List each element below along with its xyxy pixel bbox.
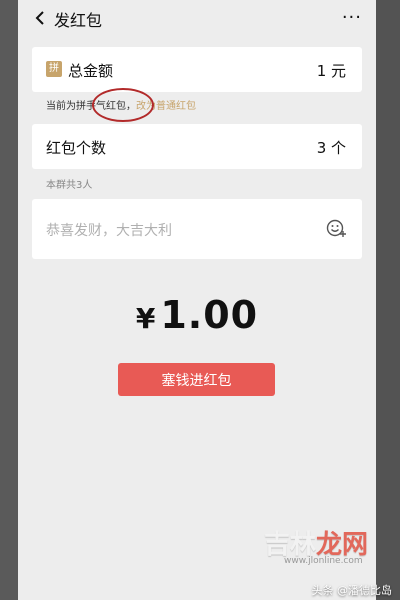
more-options-icon[interactable]: ··· <box>342 7 362 28</box>
packet-count-label: 红包个数 <box>46 139 107 157</box>
annotation-circle <box>92 88 154 122</box>
total-amount-row[interactable]: 拼 总金额 1 元 <box>32 47 362 92</box>
total-amount-label: 总金额 <box>68 62 114 80</box>
emoji-add-icon[interactable] <box>326 217 348 239</box>
background-left <box>0 0 18 600</box>
watermark-url: www.jlonline.com <box>284 556 363 566</box>
packet-count-value[interactable]: 3 个 <box>317 137 346 158</box>
back-chevron-icon[interactable] <box>30 8 50 28</box>
send-red-packet-button[interactable]: 塞钱进红包 <box>118 363 275 396</box>
greeting-input[interactable]: 恭喜发财，大吉大利 <box>46 220 172 240</box>
top-navigation-bar: 发红包 ··· <box>18 0 376 36</box>
lucky-packet-badge-icon: 拼 <box>46 61 62 77</box>
background-right <box>376 0 400 600</box>
greeting-input-card[interactable]: 恭喜发财，大吉大利 <box>32 199 362 259</box>
author-credit: 头条 @潘德比岛 <box>311 584 393 597</box>
currency-symbol: ¥ <box>135 302 157 335</box>
page-title: 发红包 <box>54 11 103 30</box>
amount-number: 1.00 <box>160 293 259 337</box>
hint-prefix: 当前为 <box>46 101 76 112</box>
packet-count-row[interactable]: 红包个数 3 个 <box>32 124 362 169</box>
phone-screen: 发红包 ··· 拼 总金额 1 元 当前为拼手气红包，改为普通红包 红包个数 3… <box>18 0 376 600</box>
total-amount-display: ¥1.00 <box>18 293 376 337</box>
group-member-note: 本群共3人 <box>46 180 93 191</box>
total-amount-value[interactable]: 1 元 <box>317 60 346 81</box>
